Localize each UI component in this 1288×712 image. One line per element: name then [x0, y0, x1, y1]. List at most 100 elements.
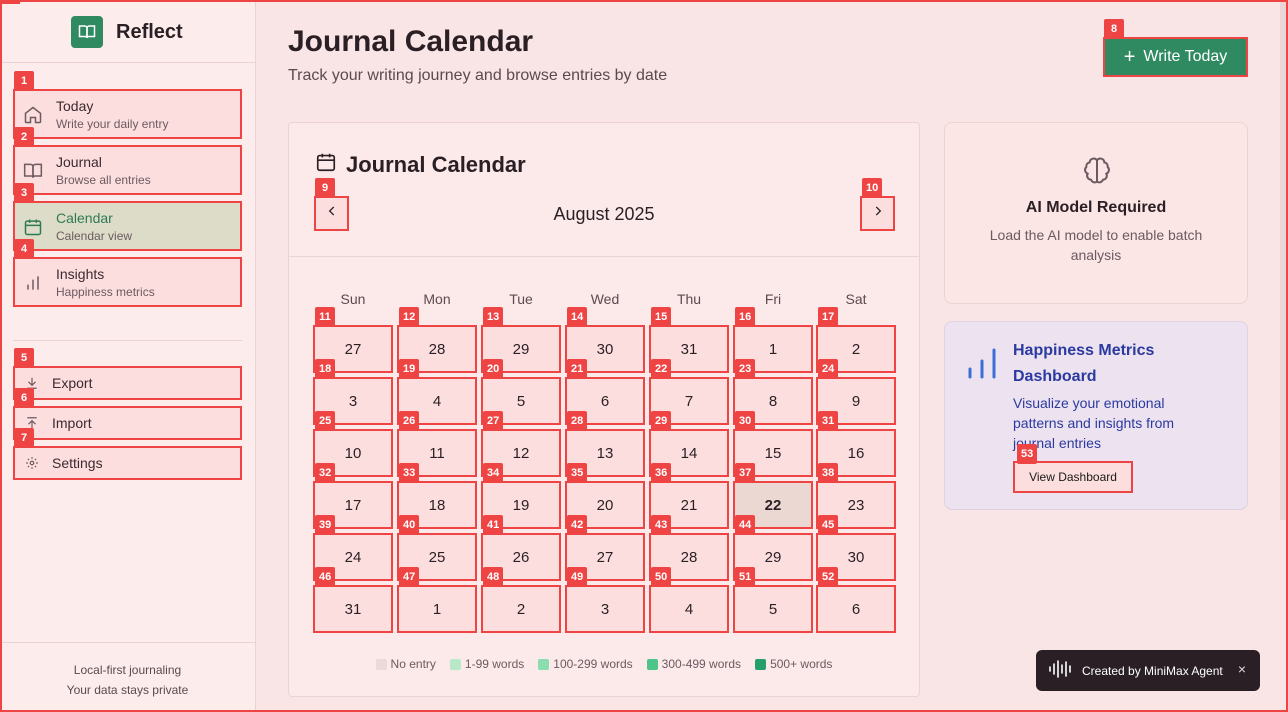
calendar-heading: Journal Calendar [315, 151, 526, 178]
footer-line: Your data stays private [66, 683, 189, 697]
legend-label: 300-499 words [661, 657, 742, 671]
marker-badge: 11 [315, 307, 335, 327]
marker-badge: 13 [483, 307, 504, 327]
marker-badge: 40 [399, 515, 420, 535]
legend-label: No entry [390, 657, 436, 671]
marker-badge: 48 [483, 567, 504, 587]
close-icon[interactable]: × [1238, 661, 1246, 677]
legend-item: 300-499 words [646, 657, 742, 671]
marker-badge: 36 [651, 463, 672, 483]
weekday-header: Mon [423, 291, 451, 307]
marker-badge: 45 [818, 515, 839, 535]
legend: No entry 1-99 words 100-299 words 300-499 w… [289, 657, 919, 671]
calendar-day[interactable]: 3 [565, 585, 645, 633]
app-name: Reflect [116, 20, 183, 43]
sidebar-item-journal[interactable]: Journal Browse all entries [13, 145, 242, 195]
sidebar-item-calendar[interactable]: Calendar Calendar view [13, 201, 242, 251]
marker-badge: 21 [567, 359, 588, 379]
sidebar-item-today[interactable]: Today Write your daily entry [13, 89, 242, 139]
marker-badge: 5 [14, 348, 34, 368]
import-button[interactable]: Import [13, 406, 242, 440]
ai-model-card: AI Model Required Load the AI model to e… [944, 122, 1248, 304]
sidebar-item-insights[interactable]: Insights Happiness metrics [13, 257, 242, 307]
view-dashboard-button[interactable]: View Dashboard [1013, 461, 1133, 493]
marker-badge: 20 [483, 359, 504, 379]
marker-badge: 27 [483, 411, 504, 431]
home-icon [23, 105, 43, 125]
marker-badge: 33 [399, 463, 420, 483]
scrollbar[interactable] [1280, 0, 1288, 520]
divider [289, 256, 919, 257]
marker-badge: 46 [315, 567, 336, 587]
marker-badge: 31 [818, 411, 839, 431]
marker-badge: 37 [735, 463, 756, 483]
marker-badge: 47 [399, 567, 420, 587]
calendar-day[interactable]: 4 [649, 585, 729, 633]
sidebar-item-label: Journal [56, 154, 102, 170]
marker-badge: 12 [399, 307, 420, 327]
marker-badge: 9 [315, 178, 335, 198]
brand[interactable]: Reflect [71, 16, 183, 48]
calendar-card: Journal Calendar 9 August 2025 10 Sun Mon… [288, 122, 920, 697]
legend-label: 500+ words [770, 657, 833, 671]
page-subtitle: Track your writing journey and browse en… [288, 67, 668, 84]
calendar-day[interactable]: 31 [313, 585, 393, 633]
marker-badge: 10 [862, 178, 883, 198]
calendar-title: Journal Calendar [346, 151, 526, 177]
marker-badge: 23 [735, 359, 756, 379]
calendar-day[interactable]: 5 [733, 585, 813, 633]
marker-badge: 41 [483, 515, 504, 535]
import-label: Import [52, 415, 92, 431]
footer-line: Local-first journaling [73, 663, 182, 677]
ai-card-description: Load the AI model to enable batch analys… [989, 227, 1203, 263]
calendar-icon [315, 151, 337, 178]
calendar-day[interactable]: 6 [816, 585, 896, 633]
page-title: Journal Calendar [288, 25, 534, 58]
weekday-header: Thu [676, 291, 702, 307]
sidebar-item-label: Today [56, 98, 94, 114]
marker-badge: 39 [315, 515, 336, 535]
toast-label: Created by MiniMax Agent [1082, 663, 1223, 678]
settings-button[interactable]: Settings [13, 446, 242, 480]
weekday-header: Fri [764, 291, 782, 307]
sidebar-footer: Local-first journaling Your data stays p… [0, 642, 255, 700]
marker-badge: 15 [651, 307, 672, 327]
export-label: Export [52, 375, 93, 391]
marker-badge: 51 [735, 567, 756, 587]
settings-label: Settings [52, 455, 103, 471]
marker-badge: 25 [315, 411, 336, 431]
marker-badge: 32 [315, 463, 336, 483]
marker-badge: 6 [14, 388, 34, 408]
marker-badge: 50 [651, 567, 672, 587]
weekday-header: Wed [590, 291, 620, 307]
next-month-button[interactable] [860, 196, 895, 231]
month-label: August 2025 [553, 204, 655, 224]
legend-item: 1-99 words [449, 657, 524, 671]
calendar-day[interactable]: 2 [481, 585, 561, 633]
legend-swatch [449, 658, 461, 670]
export-button[interactable]: Export [13, 366, 242, 400]
marker-badge: 53 [1017, 444, 1038, 464]
legend-swatch [755, 658, 767, 670]
bar-chart-icon [967, 347, 997, 386]
marker-badge: 43 [651, 515, 672, 535]
sidebar-item-label: Calendar [56, 210, 113, 226]
divider [13, 340, 242, 341]
write-today-button[interactable]: + Write Today [1103, 37, 1248, 77]
metrics-card-description: Visualize your emotional patterns and in… [1013, 395, 1175, 451]
marker-badge: 35 [567, 463, 588, 483]
happiness-metrics-card: Happiness Metrics Dashboard Visualize yo… [944, 321, 1248, 510]
legend-label: 100-299 words [553, 657, 633, 671]
calendar-icon [23, 217, 43, 237]
legend-swatch [375, 658, 387, 670]
ai-card-title: AI Model Required [1025, 199, 1167, 216]
marker-badge: 2 [14, 127, 34, 147]
legend-item: No entry [375, 657, 436, 671]
marker-badge: 29 [651, 411, 672, 431]
waveform-icon [1048, 659, 1074, 682]
marker-badge: 44 [735, 515, 756, 535]
chevron-right-icon [871, 204, 885, 223]
calendar-day[interactable]: 1 [397, 585, 477, 633]
book-icon [23, 161, 43, 181]
weekday-header: Sat [845, 291, 867, 307]
